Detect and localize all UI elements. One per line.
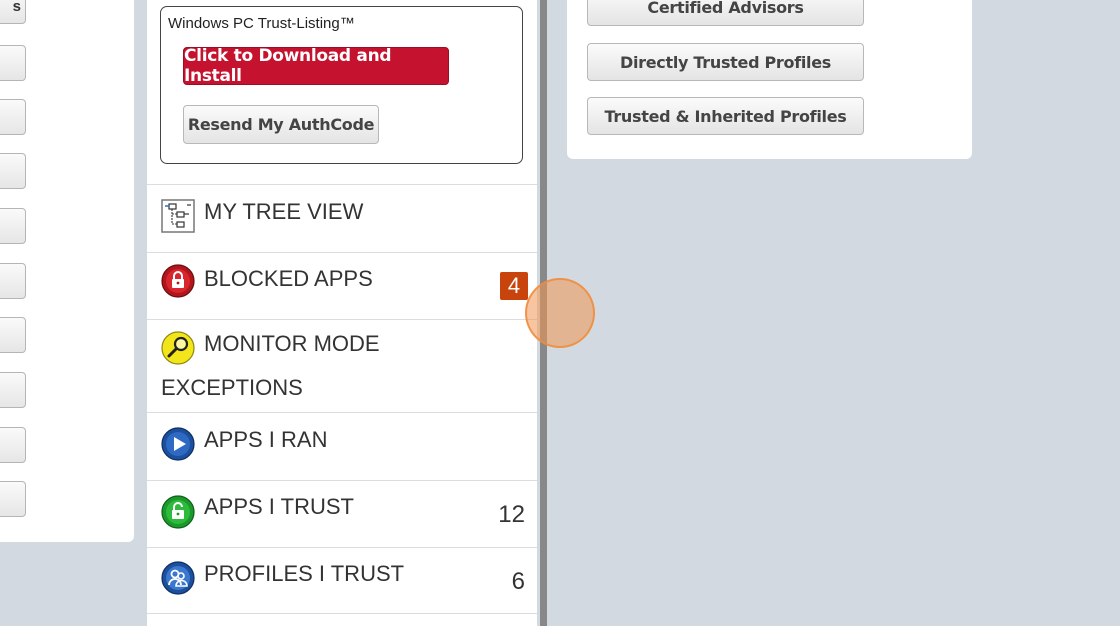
blocked-lock-icon bbox=[161, 264, 195, 298]
resend-authcode-button[interactable]: Resend My AuthCode bbox=[183, 105, 379, 144]
left-button[interactable] bbox=[0, 317, 26, 353]
left-button[interactable] bbox=[0, 208, 26, 244]
left-button[interactable] bbox=[0, 263, 26, 299]
left-button[interactable] bbox=[0, 372, 26, 408]
menu-item-profiles-i-trust[interactable]: PROFILES I TRUST 6 bbox=[147, 547, 537, 614]
left-button[interactable] bbox=[0, 153, 26, 189]
left-button[interactable] bbox=[0, 99, 26, 135]
blocked-count-badge: 4 bbox=[500, 272, 528, 300]
install-box: Windows PC Trust-Listing™ Click to Downl… bbox=[160, 6, 523, 164]
menu-item-label: APPS I TRUST bbox=[204, 494, 354, 519]
certified-advisors-button[interactable]: Certified Advisors bbox=[587, 0, 864, 26]
left-button[interactable] bbox=[0, 427, 26, 463]
menu-item-my-tree-view[interactable]: MY TREE VIEW bbox=[147, 184, 537, 252]
profiles-trust-count: 6 bbox=[511, 568, 525, 595]
profiles-icon bbox=[161, 561, 195, 595]
install-box-title: Windows PC Trust-Listing™ bbox=[168, 15, 355, 32]
menu-item-monitor-mode-exceptions[interactable]: MONITOR MODE EXCEPTIONS bbox=[147, 319, 537, 412]
left-button[interactable]: s bbox=[0, 0, 26, 24]
tree-view-icon bbox=[161, 199, 195, 233]
play-icon bbox=[161, 427, 195, 461]
menu-item-label: MY TREE VIEW bbox=[204, 199, 364, 224]
menu-item-label: APPS I RAN bbox=[204, 427, 328, 452]
left-button-label: s bbox=[12, 0, 21, 15]
menu-item-apps-i-ran[interactable]: APPS I RAN bbox=[147, 412, 537, 480]
trusted-inherited-profiles-button[interactable]: Trusted & Inherited Profiles bbox=[587, 97, 864, 135]
menu-item-apps-i-trust[interactable]: APPS I TRUST 12 bbox=[147, 480, 537, 547]
menu-item-label: PROFILES I TRUST bbox=[204, 561, 405, 586]
menu-item-label: MONITOR MODE EXCEPTIONS bbox=[161, 331, 380, 400]
download-install-button[interactable]: Click to Download and Install bbox=[183, 46, 449, 86]
apps-trust-count: 12 bbox=[498, 501, 525, 528]
cursor-highlight bbox=[525, 278, 595, 348]
trusted-lock-icon bbox=[161, 495, 195, 529]
right-panel: Certified Advisors Directly Trusted Prof… bbox=[567, 0, 972, 159]
left-button[interactable] bbox=[0, 45, 26, 81]
left-button[interactable] bbox=[0, 481, 26, 517]
menu-item-blocked-apps[interactable]: BLOCKED APPS 4 bbox=[147, 252, 537, 319]
directly-trusted-profiles-button[interactable]: Directly Trusted Profiles bbox=[587, 43, 864, 81]
menu-item-label: BLOCKED APPS bbox=[204, 266, 373, 291]
